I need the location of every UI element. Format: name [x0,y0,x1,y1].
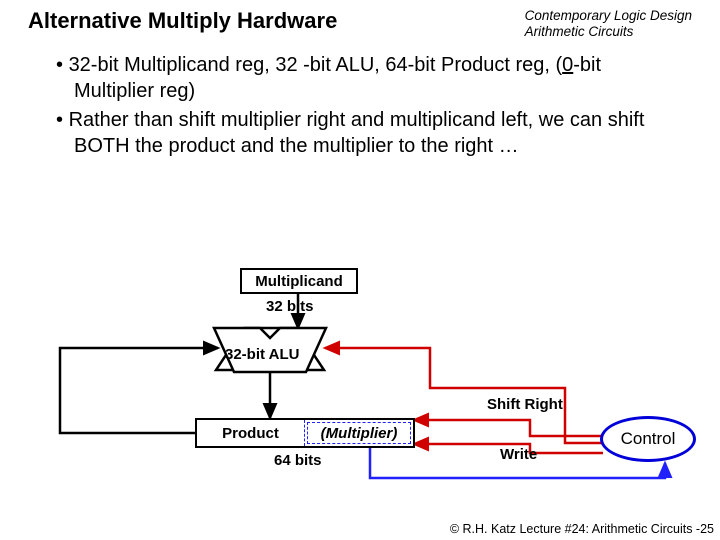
bullet-2-text: Rather than shift multiplier right and m… [69,109,645,157]
wires-svg [0,268,720,498]
block-diagram: Multiplicand 32 bits 32-bit ALU Product … [0,268,720,498]
alu-label: 32-bit ALU [225,346,299,363]
course-header: Contemporary Logic Design Arithmetic Cir… [525,8,692,39]
bullet-1-pre: 32-bit Multiplicand reg, 32 -bit ALU, 64… [69,54,563,76]
label-64-bits: 64 bits [274,452,322,469]
label-write: Write [500,446,537,463]
slide-title: Alternative Multiply Hardware [28,8,337,34]
label-shift-right: Shift Right [487,396,563,413]
product-half: Product [197,420,305,446]
course-line-1: Contemporary Logic Design [525,8,692,24]
product-register: Product (Multiplier) [195,418,415,448]
bullet-1-underline: 0 [562,54,573,76]
course-line-2: Arithmetic Circuits [525,24,692,40]
multiplier-half: (Multiplier) [305,420,413,446]
multiplicand-box: Multiplicand [240,268,358,294]
bullet-1: • 32-bit Multiplicand reg, 32 -bit ALU, … [56,53,684,104]
control-oval: Control [600,416,696,462]
label-32-bits-top: 32 bits [266,298,314,315]
footer-credits: © R.H. Katz Lecture #24: Arithmetic Circ… [450,522,714,536]
bullet-2: • Rather than shift multiplier right and… [56,108,684,159]
bullet-list: • 32-bit Multiplicand reg, 32 -bit ALU, … [0,39,720,159]
